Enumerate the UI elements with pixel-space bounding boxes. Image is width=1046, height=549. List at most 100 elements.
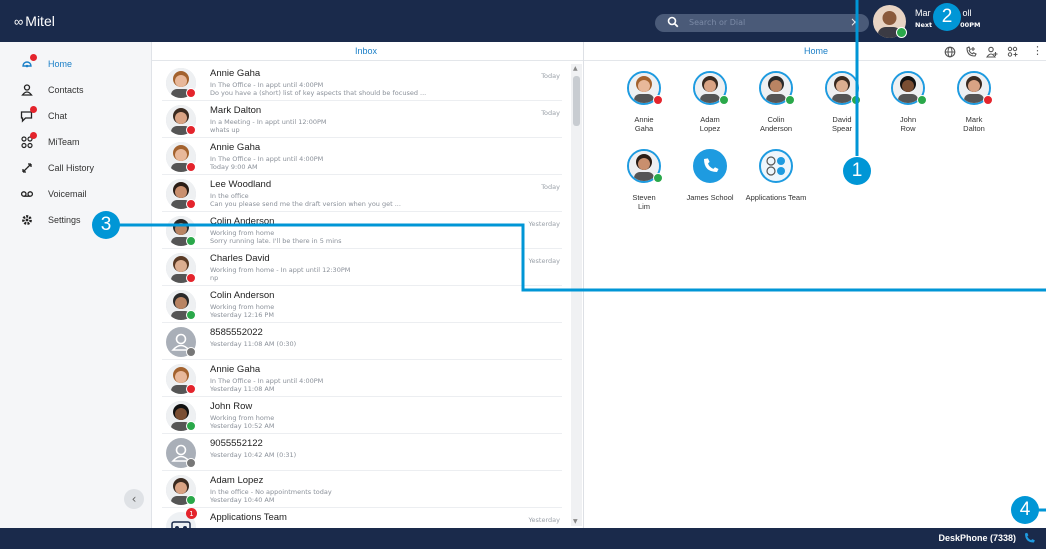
sidebar-item-label: Chat [48,111,68,121]
sidebar-item-home[interactable]: Home [20,54,72,72]
more-icon[interactable]: ⋮ [1032,44,1044,57]
clear-search-icon[interactable]: × [850,15,860,29]
status-bar: DeskPhone (7338) [0,528,1046,549]
favorite-contact[interactable]: John Row [875,71,941,141]
search-box[interactable]: Search or Dial × [655,14,869,32]
table-row[interactable]: Colin Anderson Working from home Sorry run… [162,212,562,249]
favorite-label-line1: Annie [634,115,654,124]
status-line: Working from home [210,229,275,237]
add-contact-icon[interactable] [986,46,998,58]
contact-name: Annie Gaha [210,364,261,375]
favorite-label-line2: Anderson [759,124,793,133]
favorite-label: James School [677,193,743,202]
contact-name: John Row [210,401,253,412]
presence-status-icon [983,95,993,105]
favorite-contact[interactable]: Annie Gaha [611,71,677,141]
presence-status-icon [186,421,196,431]
home-title: Home [804,46,829,56]
sidebar-item-chat[interactable]: Chat [20,106,68,124]
table-row[interactable]: Mark Dalton In a Meeting - In appt until … [162,101,562,138]
sidebar-item-settings[interactable]: Settings [20,212,81,228]
favorite-label: John Row [875,115,941,133]
table-row[interactable]: Annie Gaha In The Office - In appt until … [162,138,562,175]
sidebar-item-call-history[interactable]: Call History [20,160,94,176]
timestamp: Yesterday [528,220,560,228]
mitel-logo-mark: ∞ [14,13,23,29]
globe-icon[interactable] [944,46,956,58]
phone-favorite-icon[interactable] [693,149,727,183]
mitel-logo: ∞ Mitel [14,13,55,29]
inbox-scrollbar[interactable]: ▲ ▼ [571,64,582,526]
favorite-label-line1: James School [686,193,734,202]
favorite-contact[interactable]: Steven Lim [611,149,677,219]
message-preview: Sorry running late. I'll be there in 5 m… [210,237,342,245]
table-row[interactable]: 1 Applications Team Yesterday [162,508,562,528]
status-line: Yesterday 10:42 AM (0:31) [210,451,297,459]
scroll-up-icon[interactable]: ▲ [573,65,578,72]
status-line: In a Meeting - In appt until 12:00PM [210,118,327,126]
collapse-sidebar-button[interactable]: ‹ [124,489,144,509]
table-row[interactable]: Lee Woodland In the office Can you please … [162,175,562,212]
deskphone-label[interactable]: DeskPhone (7338) [938,533,1016,543]
phone-icon[interactable] [1023,532,1035,544]
favorite-label: Applications Team [743,193,809,202]
favorite-label: Colin Anderson [743,115,809,133]
table-row[interactable]: 9055552122 Yesterday 10:42 AM (0:31) [162,434,562,471]
contact-name: 9055552122 [210,438,263,449]
voicemail-icon [20,187,34,201]
favorite-label-line1: Applications Team [745,193,807,202]
message-preview: Can you please send me the draft version… [210,200,401,208]
favorite-label-line1: Steven [632,193,656,202]
unread-badge: 1 [186,508,197,519]
miteam-icon [20,132,37,149]
favorite-label: Mark Dalton [941,115,1007,133]
favorite-contact[interactable]: Colin Anderson [743,71,809,141]
favorite-contact[interactable]: Applications Team [743,149,809,219]
sidebar-item-voicemail[interactable]: Voicemail [20,186,87,202]
presence-status-icon [186,125,196,135]
table-row[interactable]: Colin Anderson Working from home Yesterday… [162,286,562,323]
add-call-icon[interactable] [965,46,977,58]
inbox-header: Inbox [152,42,583,61]
table-row[interactable]: Adam Lopez In the office - No appointment… [162,471,562,508]
sidebar-item-miteam[interactable]: MiTeam [20,132,80,150]
table-row[interactable]: Annie Gaha In The Office - In appt until … [162,360,562,397]
table-row[interactable]: 8585552022 Yesterday 11:08 AM (0:30) [162,323,562,360]
add-group-icon[interactable] [1007,46,1019,58]
search-placeholder[interactable]: Search or Dial [689,18,745,27]
presence-status-icon [186,273,196,283]
favorite-label-line1: Colin [767,115,785,124]
contact-name: Colin Anderson [210,290,275,301]
status-line: In The Office - In appt until 4:00PM [210,155,324,163]
contact-name: Colin Anderson [210,216,275,227]
contact-name: Lee Woodland [210,179,272,190]
scroll-down-icon[interactable]: ▼ [573,518,578,525]
favorite-contact[interactable]: Mark Dalton [941,71,1007,141]
favorite-label-line2: Lopez [699,124,721,133]
table-row[interactable]: Charles David Working from home - In appt… [162,249,562,286]
app-name: Mitel [25,13,55,29]
home-icon [20,54,37,71]
favorite-contact[interactable]: David Spear [809,71,875,141]
team-avatar[interactable] [759,149,793,183]
presence-status-icon [186,162,196,172]
table-row[interactable]: Annie Gaha In The Office - In appt until … [162,64,562,101]
favorite-label: Adam Lopez [677,115,743,133]
sidebar-item-contacts[interactable]: Contacts [20,82,84,98]
table-row[interactable]: John Row Working from home Yesterday 10:52… [162,397,562,434]
favorite-contact[interactable]: James School [677,149,743,219]
status-line: In The Office - In appt until 4:00PM [210,81,324,89]
scroll-thumb[interactable] [573,76,580,126]
presence-status-icon [785,95,795,105]
favorite-contact[interactable]: Adam Lopez [677,71,743,141]
inbox-panel: Inbox Annie Gaha In The Office - In appt … [152,42,584,528]
call-history-icon [20,161,34,175]
timestamp: Today [541,109,560,117]
sidebar: Home Contacts Chat MiTeam Call History V… [0,42,152,528]
presence-status-icon [186,88,196,98]
presence-status-icon [653,173,663,183]
search-icon [667,16,679,28]
contact-name: Adam Lopez [210,475,264,486]
timestamp: Today [541,72,560,80]
status-line: Working from home [210,303,275,311]
